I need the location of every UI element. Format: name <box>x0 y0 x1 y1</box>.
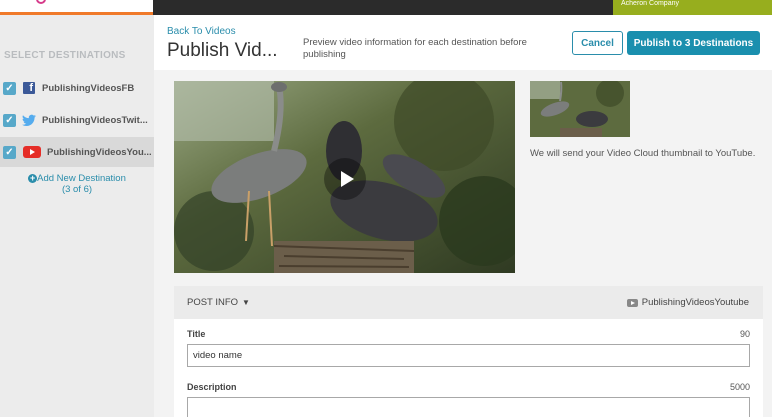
play-button[interactable] <box>324 158 366 200</box>
destination-checkbox[interactable]: ✓ <box>3 81 16 95</box>
post-channel-name: PublishingVideosYoutube <box>641 297 749 308</box>
destination-checkbox[interactable]: ✓ <box>3 113 16 127</box>
destination-item-twitter[interactable]: ✓ PublishingVideosTwit... <box>0 105 154 135</box>
description-input[interactable] <box>187 397 750 417</box>
cancel-button[interactable]: Cancel <box>572 31 623 55</box>
twitter-icon <box>22 113 36 127</box>
title-field-label: Title <box>187 329 206 339</box>
description-field-label: Description <box>187 382 237 392</box>
destination-label: PublishingVideosFB <box>42 82 135 94</box>
title-input[interactable] <box>187 344 750 367</box>
post-info-title: POST INFO <box>187 297 239 308</box>
post-info-header[interactable]: POST INFO ▼ PublishingVideosYoutube <box>174 286 763 319</box>
page-title: Publish Vid... <box>167 40 278 61</box>
destination-checkbox[interactable]: ✓ <box>3 145 16 159</box>
destination-item-youtube[interactable]: ✓ PublishingVideosYou... <box>0 137 168 167</box>
plus-icon: + <box>28 173 38 183</box>
logo-area[interactable] <box>0 0 153 15</box>
thumbnail-note: We will send your Video Cloud thumbnail … <box>530 148 756 159</box>
publish-button[interactable]: Publish to 3 Destinations <box>627 31 760 55</box>
destinations-sidebar: SELECT DESTINATIONS ✓ f PublishingVideos… <box>0 15 168 417</box>
video-thumbnail <box>530 81 630 137</box>
destination-count: (3 of 6) <box>61 184 93 195</box>
back-to-videos-link[interactable]: Back To Videos <box>167 26 236 37</box>
add-destination-link[interactable]: + Add New Destination (3 of 6) <box>0 173 154 195</box>
caret-down-icon: ▼ <box>242 298 250 307</box>
youtube-icon <box>22 145 42 159</box>
brand-logo-icon <box>36 0 46 4</box>
post-info-panel: POST INFO ▼ PublishingVideosYoutube Title… <box>174 286 763 417</box>
post-channel: PublishingVideosYoutube <box>626 297 749 308</box>
top-bar: Acheron Company <box>0 0 772 15</box>
description-char-limit: 5000 <box>729 382 750 392</box>
destination-label: PublishingVideosYou... <box>47 146 152 158</box>
title-char-limit: 90 <box>739 329 750 339</box>
company-badge[interactable]: Acheron Company <box>613 0 772 15</box>
facebook-icon: f <box>22 81 36 95</box>
add-destination-label: Add New Destination <box>37 173 126 184</box>
sidebar-heading: SELECT DESTINATIONS <box>4 50 126 61</box>
destination-item-facebook[interactable]: ✓ f PublishingVideosFB <box>0 73 154 103</box>
header-description: Preview video information for each desti… <box>303 37 527 60</box>
post-info-toggle[interactable]: POST INFO ▼ <box>187 297 250 308</box>
destination-label: PublishingVideosTwit... <box>42 114 148 126</box>
youtube-icon <box>626 298 638 307</box>
